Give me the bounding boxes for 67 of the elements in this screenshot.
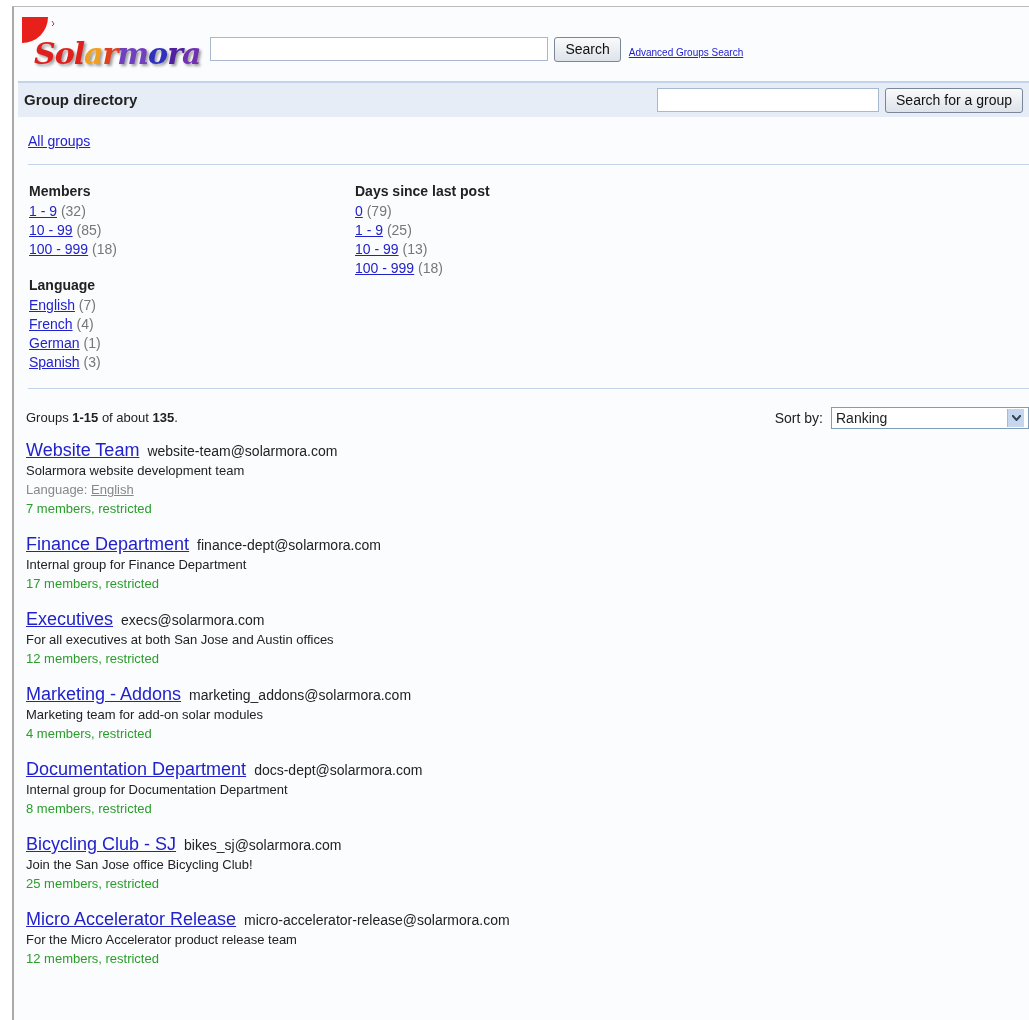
group-name-link[interactable]: Finance Department <box>26 535 190 554</box>
group-email: docs-dept@solarmora.com <box>254 761 423 780</box>
group-members: 8 members, restricted <box>26 800 153 818</box>
group-name-link[interactable]: Marketing - Addons <box>26 685 182 704</box>
group-description: Join the San Jose office Bicycling Club! <box>26 856 254 874</box>
group-members: 17 members, restricted <box>26 575 160 593</box>
group-description: Internal group for Finance Department <box>26 556 248 574</box>
advanced-search-link[interactable]: Advanced Groups Search <box>628 45 744 60</box>
group-name-link[interactable]: Documentation Department <box>26 760 247 779</box>
group-email: bikes_sj@solarmora.com <box>184 836 342 855</box>
sort-dropdown[interactable]: Ranking <box>831 407 1029 429</box>
filter-count: (18) <box>92 241 117 257</box>
filter-title: Days since last post <box>355 182 490 201</box>
filter-title: Language <box>29 276 97 295</box>
group-name-link[interactable]: Executives <box>26 610 114 629</box>
group-email: micro-accelerator-release@solarmora.com <box>244 911 510 930</box>
directory-title: Group directory <box>24 89 138 110</box>
group-description: Internal group for Documentation Department <box>26 781 289 799</box>
search-group-button[interactable]: Search for a group <box>885 87 1023 113</box>
language-link[interactable]: English <box>91 482 134 497</box>
group-description: Marketing team for add-on solar modules <box>26 706 264 724</box>
filter-link[interactable]: French <box>29 316 73 332</box>
filter-link[interactable]: 10 - 99 <box>29 222 73 238</box>
group-description: Solarmora website development team <box>26 462 246 480</box>
filter-link[interactable]: 1 - 9 <box>355 222 383 238</box>
filter-count: (4) <box>76 316 94 332</box>
results-summary: Groups 1-15 of about 135. <box>26 409 178 428</box>
filter-link[interactable]: English <box>29 297 75 313</box>
filter-count: (1) <box>83 335 101 351</box>
group-search-field[interactable] <box>657 88 880 112</box>
language-label: Language: <box>26 482 88 497</box>
filter-count: (3) <box>83 354 101 370</box>
group-members: 12 members, restricted <box>26 650 160 668</box>
filter-link[interactable]: German <box>29 335 80 351</box>
filter-link[interactable]: 0 <box>355 203 363 219</box>
group-name-link[interactable]: Micro Accelerator Release <box>26 910 237 929</box>
filter-link[interactable]: 100 - 999 <box>355 260 415 276</box>
filter-title: Members <box>29 182 92 201</box>
all-groups-link[interactable]: All groups <box>28 131 91 152</box>
filter-count: (25) <box>386 222 412 238</box>
group-members: 12 members, restricted <box>26 950 160 968</box>
filter-link[interactable]: 10 - 99 <box>355 241 399 257</box>
group-email: marketing_addons@solarmora.com <box>189 686 412 705</box>
filter-count: (13) <box>402 241 428 257</box>
group-name-link[interactable]: Website Team <box>26 441 140 460</box>
search-button[interactable]: Search <box>554 37 621 62</box>
filter-link[interactable]: Spanish <box>29 354 80 370</box>
filter-count: (32) <box>60 203 86 219</box>
search-field[interactable] <box>210 37 549 61</box>
filter-count: (79) <box>366 203 392 219</box>
filter-link[interactable]: 100 - 999 <box>29 241 89 257</box>
filter-count: (7) <box>78 297 96 313</box>
group-email: execs@solarmora.com <box>121 611 265 630</box>
logo: Solarmora <box>34 39 201 69</box>
group-members: 4 members, restricted <box>26 725 153 743</box>
group-email: finance-dept@solarmora.com <box>197 536 381 555</box>
group-description: For the Micro Accelerator product release team <box>26 931 298 949</box>
filter-link[interactable]: 1 - 9 <box>29 203 57 219</box>
sort-label: Sort by: <box>774 408 823 428</box>
filter-count: (85) <box>76 222 102 238</box>
caret-icon <box>1007 409 1024 427</box>
group-description: For all executives at both San Jose and Austin offices <box>26 631 335 649</box>
filter-count: (18) <box>418 260 443 276</box>
group-members: 7 members, restricted <box>26 500 153 518</box>
group-email: website-team@solarmora.com <box>147 442 338 461</box>
group-members: 25 members, restricted <box>26 875 160 893</box>
group-name-link[interactable]: Bicycling Club - SJ <box>26 835 177 854</box>
